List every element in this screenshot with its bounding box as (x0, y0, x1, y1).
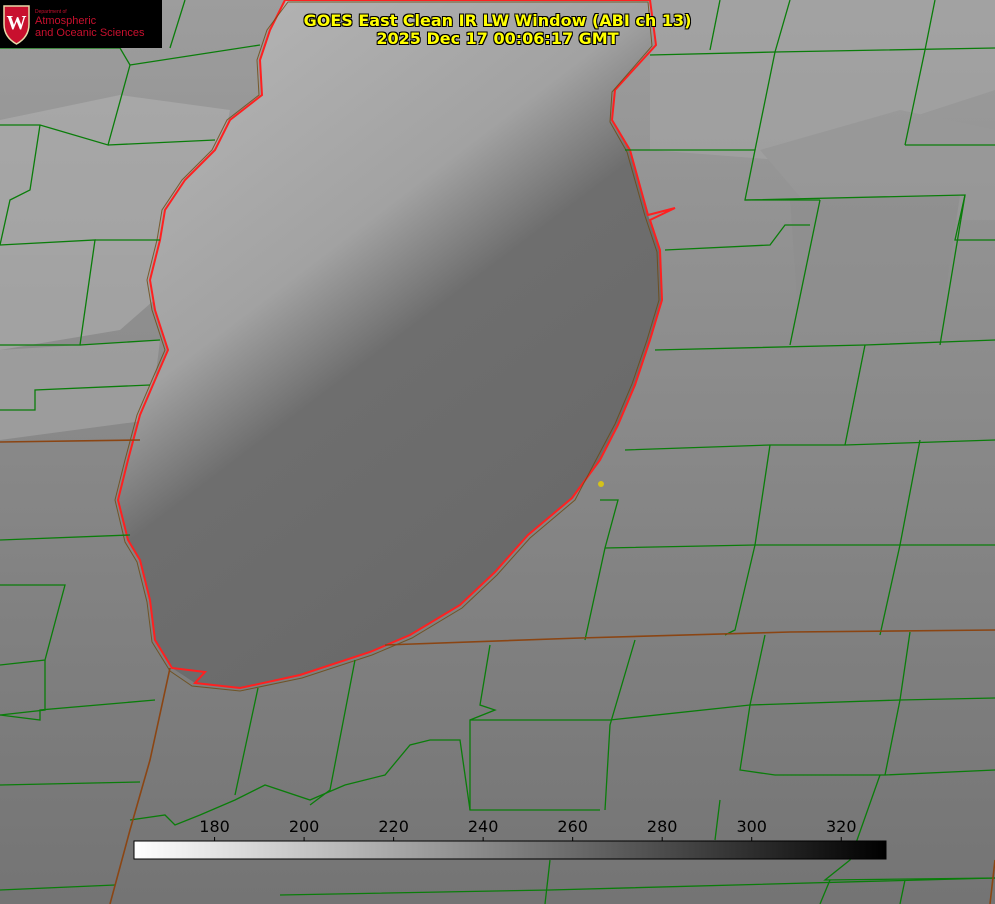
image-title: GOES East Clean IR LW Window (ABI ch 13)… (230, 12, 765, 48)
colorbar-tick-label: 200 (289, 817, 320, 836)
colorbar-tick-label: 300 (736, 817, 767, 836)
logo-line1: Atmospheric (35, 15, 97, 27)
colorbar-tick-label: 240 (468, 817, 499, 836)
title-timestamp: 2025 Dec 17 00:06:17 GMT (376, 29, 619, 48)
location-marker (598, 481, 604, 487)
logo-line2: and Oceanic Sciences (35, 27, 145, 39)
colorbar-gradient (133, 840, 887, 860)
colorbar-tick-label: 320 (826, 817, 857, 836)
uw-crest-icon: W (3, 5, 30, 45)
colorbar-tick-label: 260 (557, 817, 588, 836)
svg-text:W: W (7, 12, 27, 34)
colorbar-tick-label: 220 (378, 817, 409, 836)
colorbar-tick-label: 280 (647, 817, 678, 836)
uw-aos-logo: W Department of Atmospheric and Oceanic … (0, 0, 162, 48)
colorbar-tick-label: 180 (199, 817, 230, 836)
title-product: GOES East Clean IR LW Window (ABI ch 13) (303, 11, 692, 30)
satellite-map: 180 200 220 240 260 280 300 320 (0, 0, 995, 904)
